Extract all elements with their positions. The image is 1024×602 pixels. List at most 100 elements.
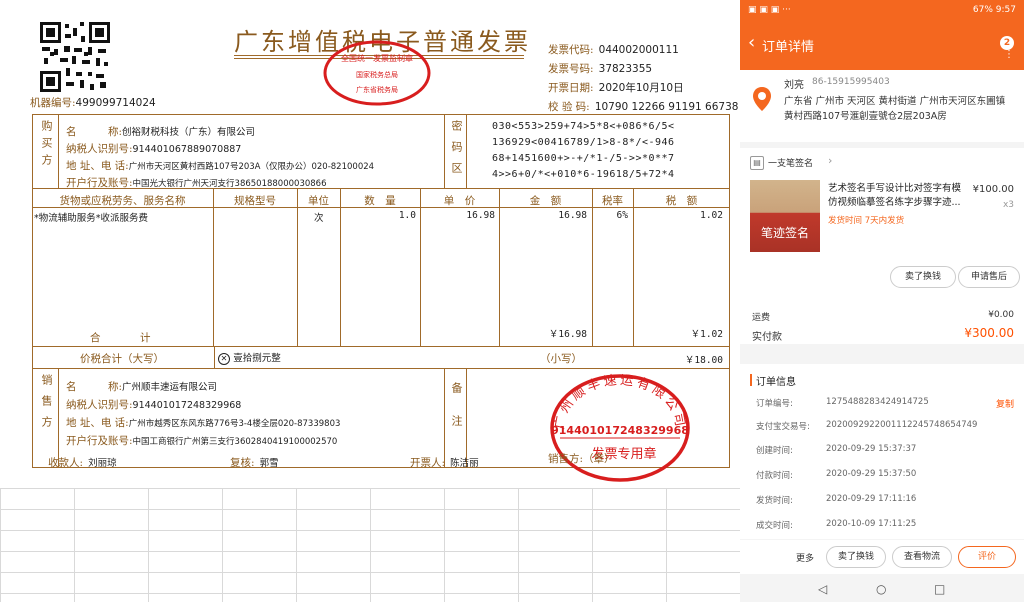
order-info-title: 订单信息 (756, 377, 796, 388)
item-rate: 6% (616, 210, 628, 221)
logistics-button[interactable]: 查看物流 (892, 546, 952, 568)
item-tax: 1.02 (700, 210, 723, 221)
shiptime-label: 发货时间: (756, 496, 793, 506)
system-nav-bar: ◁ ○ □ (740, 578, 1024, 602)
col-rate: 税率 (602, 195, 623, 207)
invoice-date: 开票日期: 2020年10月10日 (548, 82, 684, 94)
recipient-address: 广东省 广州市 天河区 黄村街道 广州市天河区东圃镇黄村西路107号滙創壹號仓2… (784, 96, 1006, 122)
shipping-time: 发货时间 7天内发货 (828, 216, 905, 226)
seal-line-2: 国家税务总局 (356, 70, 398, 79)
cipher-line: 136929<00416789/1>8-8*/<-946 (492, 137, 675, 148)
more-dots-icon[interactable]: ⋮ (1004, 50, 1014, 60)
total-label: 合 计 (90, 332, 153, 344)
cross-circle-icon: ✕ (218, 353, 230, 365)
product-thumbnail[interactable]: 笔迹签名 (750, 180, 820, 252)
seller-invoice-seal: 广州顺丰速运有限公司 914401017248329968 发票专用章 (550, 373, 690, 482)
freight-label: 运费 (752, 313, 771, 323)
cipher-line: 4>>6+0/*<+010*6-19618/5+72*4 (492, 169, 675, 180)
col-price: 单 价 (443, 195, 476, 207)
seal-company: 广州顺丰速运有限公司 (552, 373, 684, 430)
col-spec: 规格型号 (234, 195, 276, 207)
buyer-side-label: 购买方 (40, 120, 53, 171)
shop-icon: ▤ (750, 156, 764, 170)
back-nav-icon[interactable]: ◁ (818, 582, 827, 596)
reviewer: 复核: 郭雪 (230, 457, 279, 469)
after-sale-button[interactable]: 申请售后 (958, 266, 1020, 288)
paid-value: ¥300.00 (964, 326, 1014, 340)
product-qty: x3 (1002, 200, 1014, 210)
order-product-card: ▤ 一支笔签名 › 笔迹签名 艺术签名手写设计比对签字有模仿视频临摹签名练字步骤… (740, 148, 1024, 344)
message-badge[interactable]: 2 (1000, 36, 1014, 50)
product-price: ¥100.00 (972, 184, 1014, 195)
remark-label: 备注 (450, 382, 463, 448)
sell-button[interactable]: 卖了换钱 (826, 546, 886, 568)
invoice-number: 发票号码: 37823355 (548, 63, 653, 75)
paid-label: 实付款 (752, 332, 782, 343)
machine-number: 机器编号:499099714024 (30, 95, 156, 110)
seller-bank-row: 开户行及账号:中国工商银行广州第三支行3602840419100002570 (66, 435, 338, 447)
order-no-label: 订单编号: (756, 399, 793, 409)
back-icon[interactable]: ‹ (748, 34, 755, 52)
recents-nav-icon[interactable]: □ (934, 582, 945, 596)
col-amount: 金 额 (529, 195, 562, 207)
location-pin-icon (753, 87, 771, 111)
order-no-value: 1275488283424914725 (826, 397, 929, 407)
grand-total-words: ✕ 壹拾捌元整 (218, 350, 281, 365)
item-amount: 16.98 (558, 210, 587, 221)
item-unit: 次 (314, 213, 324, 224)
col-unit: 单位 (308, 195, 329, 207)
freight-value: ¥0.00 (988, 310, 1014, 320)
seller-address-row: 地 址、电 话:广州市越秀区东风东路776号3-4楼全层020-87339803 (66, 417, 341, 429)
seller-stamp-label: 销售方:（章） (548, 453, 615, 465)
bottom-action-bar: 更多 卖了换钱 查看物流 评价 (740, 540, 1024, 574)
check-code: 校 验 码: 10790 12266 91191 66738 (548, 101, 739, 113)
tax-bureau-seal: 全国统一发票监制章 国家税务总局 广东省税务局 (323, 40, 431, 106)
buyer-bank-row: 开户行及账号:中国光大银行广州天河支行38650188000030866 (66, 177, 327, 189)
status-right: 67% 9:57 (972, 5, 1016, 15)
small-total-label: （小写） (540, 353, 582, 365)
section-marker (750, 374, 752, 386)
col-tax: 税 额 (665, 195, 698, 207)
shop-name[interactable]: 一支笔签名 (768, 156, 813, 169)
status-left: ▣ ▣ ▣ ··· (748, 5, 791, 15)
alipay-value: 2020092922001112245748654749 (826, 420, 978, 430)
shiptime-value: 2020-09-29 17:11:16 (826, 494, 917, 504)
seal-taxid: 914401017248329968 (551, 424, 689, 437)
home-nav-icon[interactable]: ○ (876, 582, 886, 596)
recipient-phone: 86-15915995403 (812, 77, 890, 87)
item-qty: 1.0 (398, 210, 416, 221)
machine-number-value: 499099714024 (75, 97, 156, 109)
grand-total-small: ￥18.00 (684, 355, 723, 366)
created-label: 创建时间: (756, 446, 793, 456)
alipay-label: 支付宝交易号: (756, 422, 810, 432)
order-info-card: 订单信息 订单编号: 1275488283424914725 复制 支付宝交易号… (740, 364, 1024, 539)
qr-code (40, 22, 110, 92)
paytime-label: 付款时间: (756, 471, 793, 481)
more-button[interactable]: 更多 (796, 551, 814, 564)
donetime-label: 成交时间: (756, 521, 793, 531)
review-button[interactable]: 评价 (958, 546, 1016, 568)
recipient-name: 刘亮 (784, 80, 804, 91)
invoice-code: 发票代码: 044002000111 (548, 44, 679, 56)
electronic-invoice: 机器编号:499099714024 广东增值税电子普通发票 全国统一发票监制章 … (0, 0, 740, 488)
item-price: 16.98 (466, 210, 495, 221)
seal-line-1: 全国统一发票监制章 (341, 53, 413, 63)
copy-button[interactable]: 复制 (996, 397, 1014, 410)
address-card[interactable]: 刘亮 86-15915995403 广东省 广州市 天河区 黄村街道 广州市天河… (740, 70, 1024, 142)
cipher-area-label: 密码区 (450, 120, 463, 183)
grand-total-label: 价税合计（大写） (80, 353, 164, 365)
seller-side-label: 销售方 (40, 374, 53, 437)
created-value: 2020-09-29 15:37:37 (826, 444, 917, 454)
total-tax: ￥1.02 (690, 329, 723, 340)
seal-line-3: 广东省税务局 (356, 85, 398, 94)
spreadsheet-grid (0, 488, 740, 602)
svg-text:广州顺丰速运有限公司: 广州顺丰速运有限公司 (552, 373, 687, 430)
status-bar: ▣ ▣ ▣ ··· 67% 9:57 (740, 0, 1024, 22)
thumbnail-text: 笔迹签名 (760, 226, 809, 240)
sell-again-button[interactable]: 卖了换钱 (890, 266, 956, 288)
paytime-value: 2020-09-29 15:37:50 (826, 469, 917, 479)
chevron-right-icon[interactable]: › (828, 154, 832, 167)
col-item: 货物或应税劳务、服务名称 (59, 195, 186, 207)
product-title[interactable]: 艺术签名手写设计比对签字有模仿视频临摹签名练字步骤字迹... (828, 182, 968, 210)
page-title: 订单详情 (762, 40, 815, 55)
